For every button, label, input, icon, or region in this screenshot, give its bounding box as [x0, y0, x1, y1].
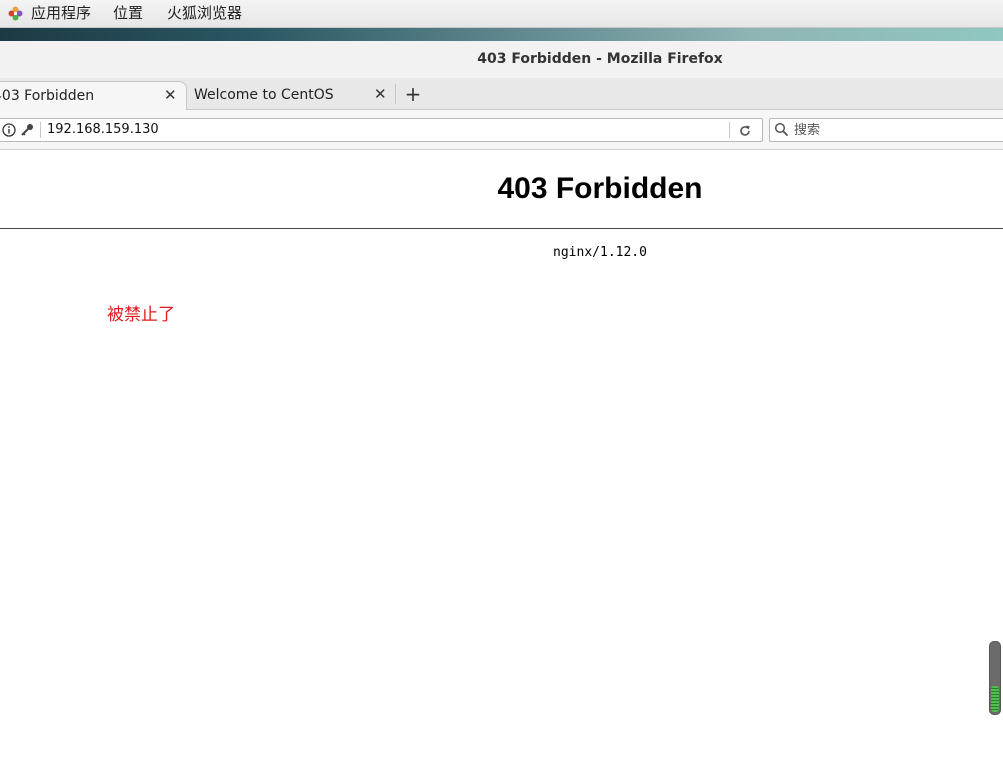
tab-label: 403 Forbidden: [0, 88, 95, 104]
screen: 应用程序 位置 火狐浏览器 403 Forbidden - Mozilla Fi…: [0, 0, 1003, 776]
tab-403-forbidden[interactable]: 403 Forbidden ✕: [0, 81, 187, 110]
url-bar-divider: [40, 122, 41, 138]
window-titlebar[interactable]: 403 Forbidden - Mozilla Firefox: [0, 41, 1003, 79]
window-title: 403 Forbidden - Mozilla Firefox: [477, 51, 723, 67]
menu-applications[interactable]: 应用程序: [31, 4, 91, 22]
search-icon: [774, 122, 789, 137]
forbidden-note: 被禁止了: [107, 305, 175, 325]
menu-firefox[interactable]: 火狐浏览器: [167, 4, 242, 22]
navigation-toolbar: 192.168.159.130: [0, 110, 1003, 150]
site-info-icon[interactable]: [2, 122, 16, 137]
scroll-level-widget[interactable]: [989, 641, 1001, 715]
key-icon[interactable]: [20, 122, 34, 136]
tab-welcome-to-centos[interactable]: Welcome to CentOS ✕: [186, 81, 394, 109]
search-input[interactable]: [792, 120, 996, 140]
tab-label: Welcome to CentOS: [194, 87, 334, 103]
close-tab-icon[interactable]: ✕: [374, 85, 387, 103]
horizontal-rule: [0, 228, 1003, 229]
url-bar[interactable]: 192.168.159.130: [0, 118, 763, 142]
reload-icon[interactable]: [738, 123, 752, 137]
page-content: 403 Forbidden nginx/1.12.0 被禁止了: [0, 150, 1003, 776]
scroll-level-fill: [991, 686, 999, 712]
url-text[interactable]: 192.168.159.130: [47, 122, 159, 137]
menu-places[interactable]: 位置: [113, 4, 143, 22]
server-signature: nginx/1.12.0: [553, 245, 647, 260]
new-tab-button[interactable]: +: [402, 83, 424, 105]
gnome-top-bar: 应用程序 位置 火狐浏览器: [0, 0, 1003, 28]
desktop-background-strip: [0, 28, 1003, 41]
url-bar-divider: [729, 122, 730, 138]
page-heading: 403 Forbidden: [497, 172, 703, 205]
close-tab-icon[interactable]: ✕: [164, 86, 177, 104]
tab-strip: 403 Forbidden ✕ Welcome to CentOS ✕: [0, 78, 1003, 110]
tab-separator: [395, 84, 396, 104]
search-bar[interactable]: [769, 118, 1003, 142]
applications-icon[interactable]: [8, 6, 23, 21]
